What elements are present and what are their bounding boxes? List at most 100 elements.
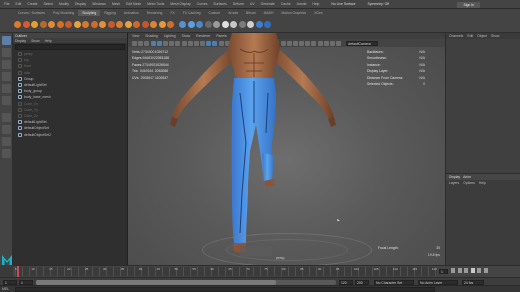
shelf-tab-fx[interactable]: FX xyxy=(166,10,178,16)
layer-tab-anim[interactable]: Anim xyxy=(463,175,471,179)
shelf-tool-icon[interactable] xyxy=(230,21,237,28)
layer-menu-options[interactable]: Options xyxy=(463,181,475,185)
shelf-tool-icon[interactable] xyxy=(167,21,174,28)
menu-item-mesh-display[interactable]: Mesh Display xyxy=(170,2,190,6)
lasso-tool-icon[interactable] xyxy=(2,48,11,57)
menu-item-cache[interactable]: Cache xyxy=(281,2,291,6)
shelf-tool-icon[interactable] xyxy=(150,21,157,28)
shelf-tool-icon[interactable] xyxy=(73,21,81,28)
playhead[interactable] xyxy=(17,266,19,277)
menu-item-curves[interactable]: Curves xyxy=(197,2,208,6)
menu-item-arnold[interactable]: Arnold xyxy=(297,2,307,6)
menu-item-windows[interactable]: Windows xyxy=(92,2,106,6)
shelf-tool-icon[interactable] xyxy=(22,21,30,28)
shelf-tab-custom[interactable]: Custom xyxy=(205,10,225,16)
outliner-menu-show[interactable]: Show xyxy=(31,39,39,43)
menu-item-mesh[interactable]: Mesh xyxy=(112,2,120,6)
shelf-tool-icon[interactable] xyxy=(204,21,212,28)
shelf-tab-rigging[interactable]: Rigging xyxy=(100,10,120,16)
menu-item-display[interactable]: Display xyxy=(75,2,86,6)
outliner-menu-help[interactable]: Help xyxy=(45,39,52,43)
menu-item-create[interactable]: Create xyxy=(27,2,37,6)
menu-item-mesh-tools[interactable]: Mesh Tools xyxy=(147,2,164,6)
rotate-tool-icon[interactable] xyxy=(2,84,11,93)
channel-box-menu-object[interactable]: Object xyxy=(477,34,487,38)
channel-box-menu-channels[interactable]: Channels xyxy=(449,34,463,38)
shelf-tool-icon[interactable] xyxy=(179,21,186,28)
viewport-3d[interactable]: View Shading Lighting Show Renderer Panels de… xyxy=(128,33,445,265)
move-tool-icon[interactable] xyxy=(2,72,11,81)
go-to-end-icon[interactable] xyxy=(483,268,488,273)
menu-item-generate[interactable]: Generate xyxy=(261,2,275,6)
shelf-tool-icon[interactable] xyxy=(107,21,115,28)
time-slider[interactable]: 5 10 15 20 25 30 35 40 45 50 55 60 65 70 75 80 85 90 95 100… xyxy=(13,265,520,277)
channel-box-menu-edit[interactable]: Edit xyxy=(467,34,473,38)
shelf-tool-icon[interactable] xyxy=(14,21,21,28)
shelf-tab-arnold[interactable]: Arnold xyxy=(224,10,242,16)
range-end-field[interactable]: 120 xyxy=(339,279,353,285)
shelf-tab-curves-surfaces[interactable]: Curves / Surfaces xyxy=(14,10,49,16)
shelf-tool-icon[interactable] xyxy=(221,21,229,28)
menu-item-uv[interactable]: UV xyxy=(250,2,255,6)
shelf-tool-icon[interactable] xyxy=(238,21,246,28)
shelf-tab-sculpting[interactable]: Sculpting xyxy=(78,9,101,16)
menu-item-file[interactable]: File xyxy=(4,2,9,6)
outliner-menu-display[interactable]: Display xyxy=(15,39,26,43)
channel-box-menu-show[interactable]: Show xyxy=(491,34,499,38)
paint-select-tool-icon[interactable] xyxy=(2,60,11,69)
shelf-tool-icon[interactable] xyxy=(48,21,55,28)
shelf-tool-icon[interactable] xyxy=(141,21,149,28)
shelf-tool-icon[interactable] xyxy=(82,21,89,28)
character-set-dropdown[interactable]: No Character Set xyxy=(374,279,414,285)
shelf-tool-icon[interactable] xyxy=(264,21,271,28)
shelf-tool-icon[interactable] xyxy=(39,21,47,28)
go-to-start-icon[interactable] xyxy=(451,268,455,273)
step-forward-icon[interactable] xyxy=(477,268,481,273)
step-back-icon[interactable] xyxy=(457,268,462,273)
shelf-tool-icon[interactable] xyxy=(255,21,263,28)
start-time-field[interactable]: 1 xyxy=(3,279,17,285)
shelf-tool-icon[interactable] xyxy=(124,21,132,28)
menu-item-modify[interactable]: Modify xyxy=(59,2,69,6)
persp-outliner-layout-icon[interactable] xyxy=(2,137,11,146)
menu-item-deform[interactable]: Deform xyxy=(233,2,244,6)
layer-menu-layers[interactable]: Layers xyxy=(449,181,459,185)
shelf-tool-icon[interactable] xyxy=(133,21,140,28)
live-surface-dropdown[interactable]: No Live Surface xyxy=(331,2,355,6)
menu-item-select[interactable]: Select xyxy=(44,2,53,6)
shelf-tab-mash[interactable]: MASH xyxy=(260,10,278,16)
outliner-search-input[interactable] xyxy=(15,44,125,50)
layer-tab-display[interactable]: Display xyxy=(449,175,460,179)
shelf-tab-rendering[interactable]: Rendering xyxy=(143,10,167,16)
menu-item-surfaces[interactable]: Surfaces xyxy=(213,2,226,6)
range-slider[interactable] xyxy=(36,279,336,285)
play-back-icon[interactable] xyxy=(464,268,468,273)
shelf-tool-icon[interactable] xyxy=(90,21,98,28)
four-view-layout-icon[interactable] xyxy=(2,125,11,134)
outliner-item[interactable]: defaultObjectSet2 xyxy=(13,131,127,137)
shelf-tool-icon[interactable] xyxy=(116,21,123,28)
shelf-tab-fx-caching[interactable]: FX Caching xyxy=(179,10,205,16)
shelf-tool-icon[interactable] xyxy=(213,21,220,28)
range-slider-handle[interactable] xyxy=(36,279,276,285)
single-perspective-layout-icon[interactable] xyxy=(2,113,11,122)
shelf-tab-motion-graphics[interactable]: Motion Graphics xyxy=(277,10,310,16)
layer-menu-help[interactable]: Help xyxy=(479,181,486,185)
shelf-tool-icon[interactable] xyxy=(65,21,72,28)
menu-item-edit-mesh[interactable]: Edit Mesh xyxy=(126,2,141,6)
fps-dropdown[interactable]: 24 fps xyxy=(462,279,484,285)
shelf-tool-icon[interactable] xyxy=(158,21,166,28)
shelf-tab-xgen[interactable]: XGen xyxy=(310,10,327,16)
shelf-tool-icon[interactable] xyxy=(56,21,64,28)
shelf-tab-bifrost[interactable]: Bifrost xyxy=(242,10,260,16)
current-frame-field[interactable]: 1 xyxy=(439,269,448,274)
shelf-tab-animation[interactable]: Animation xyxy=(120,10,143,16)
anim-layer-dropdown[interactable]: No Anim Layer xyxy=(418,279,458,285)
end-time-field[interactable]: 200 xyxy=(355,279,369,285)
shelf-tool-icon[interactable] xyxy=(247,21,254,28)
command-language-label[interactable]: MEL xyxy=(2,287,9,291)
play-forward-icon[interactable] xyxy=(470,268,475,273)
shelf-tool-icon[interactable] xyxy=(31,21,38,28)
sign-in-button[interactable]: Sign In xyxy=(457,1,480,8)
range-start-field[interactable]: 1 xyxy=(19,279,33,285)
